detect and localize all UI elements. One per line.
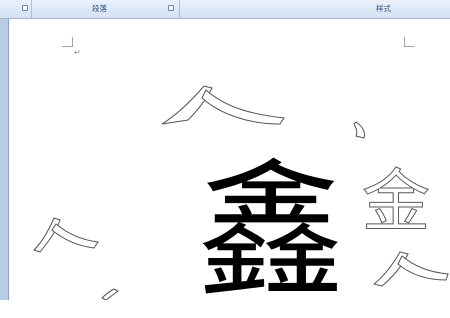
outline-stroke-bottom[interactable] bbox=[98, 288, 128, 300]
outline-stroke-top[interactable] bbox=[158, 80, 288, 130]
ribbon-group-styles-label: 样式 bbox=[376, 4, 391, 13]
paragraph-dialog-launcher-icon[interactable] bbox=[168, 5, 174, 11]
document-gutter bbox=[0, 19, 8, 300]
ribbon-group-styles[interactable]: 样式 bbox=[180, 0, 450, 18]
main-character[interactable]: 鑫 bbox=[197, 157, 345, 307]
outline-stroke-bottom-right[interactable] bbox=[370, 248, 450, 288]
ribbon-group-paragraph[interactable]: 段落 bbox=[32, 0, 180, 18]
outline-glyph-right[interactable]: 金 bbox=[361, 167, 430, 238]
ribbon-group-paragraph-label: 段落 bbox=[92, 4, 107, 13]
margin-corner-mark-left-v bbox=[72, 37, 73, 47]
margin-corner-mark-left-h bbox=[62, 46, 72, 47]
outline-stroke-left[interactable] bbox=[32, 212, 102, 254]
outline-stroke-dot[interactable] bbox=[348, 118, 372, 142]
font-dialog-launcher-icon[interactable] bbox=[22, 5, 28, 11]
margin-corner-mark-right-v bbox=[404, 37, 405, 47]
ribbon-group-labels: 段落 样式 bbox=[0, 0, 450, 19]
paragraph-mark: ↵ bbox=[74, 48, 81, 57]
margin-corner-mark-right-h bbox=[404, 46, 414, 47]
